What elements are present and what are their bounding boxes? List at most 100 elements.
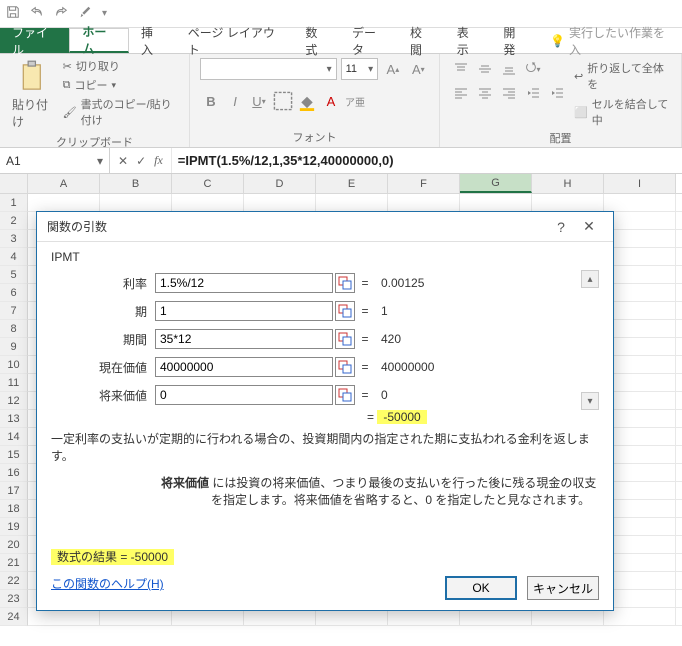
argument-input[interactable] <box>155 357 333 377</box>
row-header[interactable]: 6 <box>0 284 28 302</box>
align-bottom-icon[interactable] <box>498 58 520 80</box>
increase-indent-icon[interactable] <box>546 82 568 104</box>
cancel-formula-icon[interactable]: ✕ <box>118 154 128 168</box>
row-header[interactable]: 8 <box>0 320 28 338</box>
orientation-icon[interactable]: ⭯▾ <box>522 58 544 80</box>
border-button[interactable] <box>272 90 294 112</box>
argument-input[interactable] <box>155 329 333 349</box>
enter-formula-icon[interactable]: ✓ <box>136 154 146 168</box>
row-header[interactable]: 19 <box>0 518 28 536</box>
align-center-icon[interactable] <box>474 82 496 104</box>
name-box[interactable]: A1 <box>0 148 110 173</box>
range-selector-icon[interactable] <box>335 301 355 321</box>
align-middle-icon[interactable] <box>474 58 496 80</box>
row-header[interactable]: 16 <box>0 464 28 482</box>
cancel-button[interactable]: キャンセル <box>527 576 599 600</box>
row-header[interactable]: 7 <box>0 302 28 320</box>
select-all-corner[interactable] <box>0 174 28 193</box>
scissors-icon: ✂ <box>63 60 72 73</box>
tab-file[interactable]: ファイル <box>0 28 69 53</box>
row-header[interactable]: 20 <box>0 536 28 554</box>
paste-button[interactable]: 貼り付け <box>10 58 57 132</box>
row-header[interactable]: 11 <box>0 374 28 392</box>
range-selector-icon[interactable] <box>335 357 355 377</box>
font-size-combo[interactable]: 11 <box>341 58 379 80</box>
save-icon[interactable] <box>6 5 20 22</box>
increase-font-icon[interactable]: A▴ <box>382 58 403 80</box>
row-header[interactable]: 9 <box>0 338 28 356</box>
decrease-indent-icon[interactable] <box>522 82 544 104</box>
redo-icon[interactable] <box>54 5 68 22</box>
row-header[interactable]: 13 <box>0 410 28 428</box>
row-header[interactable]: 4 <box>0 248 28 266</box>
row-header[interactable]: 18 <box>0 500 28 518</box>
row-header[interactable]: 3 <box>0 230 28 248</box>
font-name-combo[interactable] <box>200 58 337 80</box>
function-name: IPMT <box>51 250 599 264</box>
argument-input[interactable] <box>155 273 333 293</box>
row-header[interactable]: 1 <box>0 194 28 212</box>
column-header[interactable]: G <box>460 174 532 193</box>
wrap-text-button[interactable]: ↩折り返して全体を <box>574 60 671 92</box>
scroll-down-icon[interactable]: ▾ <box>581 392 599 410</box>
column-header[interactable]: H <box>532 174 604 193</box>
column-header[interactable]: D <box>244 174 316 193</box>
format-painter-button[interactable]: 🖌書式のコピー/貼り付け <box>63 96 179 128</box>
scroll-up-icon[interactable]: ▴ <box>581 270 599 288</box>
fill-color-button[interactable] <box>296 90 318 112</box>
argument-input[interactable] <box>155 385 333 405</box>
row-header[interactable]: 23 <box>0 590 28 608</box>
row-header[interactable]: 22 <box>0 572 28 590</box>
align-left-icon[interactable] <box>450 82 472 104</box>
row-header[interactable]: 24 <box>0 608 28 626</box>
row-header[interactable]: 15 <box>0 446 28 464</box>
row-header[interactable]: 17 <box>0 482 28 500</box>
row-header[interactable]: 10 <box>0 356 28 374</box>
fx-icon[interactable]: fx <box>154 153 163 168</box>
customize-qat-icon[interactable]: ▾ <box>102 8 107 19</box>
underline-button[interactable]: U▾ <box>248 90 270 112</box>
cut-button[interactable]: ✂切り取り <box>63 58 179 74</box>
column-header[interactable]: E <box>316 174 388 193</box>
align-top-icon[interactable] <box>450 58 472 80</box>
column-header[interactable]: B <box>100 174 172 193</box>
tab-data[interactable]: データ <box>340 28 398 53</box>
tab-pagelayout[interactable]: ページ レイアウト <box>176 28 294 53</box>
formula-input[interactable]: =IPMT(1.5%/12,1,35*12,40000000,0) <box>172 148 682 173</box>
row-header[interactable]: 21 <box>0 554 28 572</box>
font-color-button[interactable]: A <box>320 90 342 112</box>
phonetic-button[interactable]: ア亜 <box>344 90 366 112</box>
tab-home[interactable]: ホーム <box>69 28 129 53</box>
column-header[interactable]: I <box>604 174 676 193</box>
column-header[interactable]: A <box>28 174 100 193</box>
column-header[interactable]: F <box>388 174 460 193</box>
range-selector-icon[interactable] <box>335 385 355 405</box>
bold-button[interactable]: B <box>200 90 222 112</box>
column-header[interactable]: C <box>172 174 244 193</box>
row-header[interactable]: 5 <box>0 266 28 284</box>
decrease-font-icon[interactable]: A▾ <box>408 58 429 80</box>
row-header[interactable]: 12 <box>0 392 28 410</box>
args-scrollbar[interactable]: ▴ ▾ <box>581 270 599 410</box>
align-right-icon[interactable] <box>498 82 520 104</box>
row-header[interactable]: 14 <box>0 428 28 446</box>
row-header[interactable]: 2 <box>0 212 28 230</box>
merge-button[interactable]: ⬜セルを結合して中 <box>574 96 671 128</box>
tab-insert[interactable]: 挿入 <box>129 28 176 53</box>
help-icon[interactable]: ? <box>547 215 575 239</box>
tab-view[interactable]: 表示 <box>445 28 492 53</box>
range-selector-icon[interactable] <box>335 273 355 293</box>
dialog-titlebar[interactable]: 関数の引数 ? ✕ <box>37 212 613 242</box>
brush-icon[interactable] <box>78 5 92 22</box>
tab-tellme[interactable]: 💡実行したい作業を入 <box>538 28 682 53</box>
italic-button[interactable]: I <box>224 90 246 112</box>
undo-icon[interactable] <box>30 5 44 22</box>
ok-button[interactable]: OK <box>445 576 517 600</box>
copy-button[interactable]: ⧉コピー ▾ <box>63 77 179 93</box>
close-icon[interactable]: ✕ <box>575 215 603 239</box>
tab-formulas[interactable]: 数式 <box>293 28 340 53</box>
tab-review[interactable]: 校閲 <box>398 28 445 53</box>
tab-developer[interactable]: 開発 <box>491 28 538 53</box>
argument-input[interactable] <box>155 301 333 321</box>
range-selector-icon[interactable] <box>335 329 355 349</box>
